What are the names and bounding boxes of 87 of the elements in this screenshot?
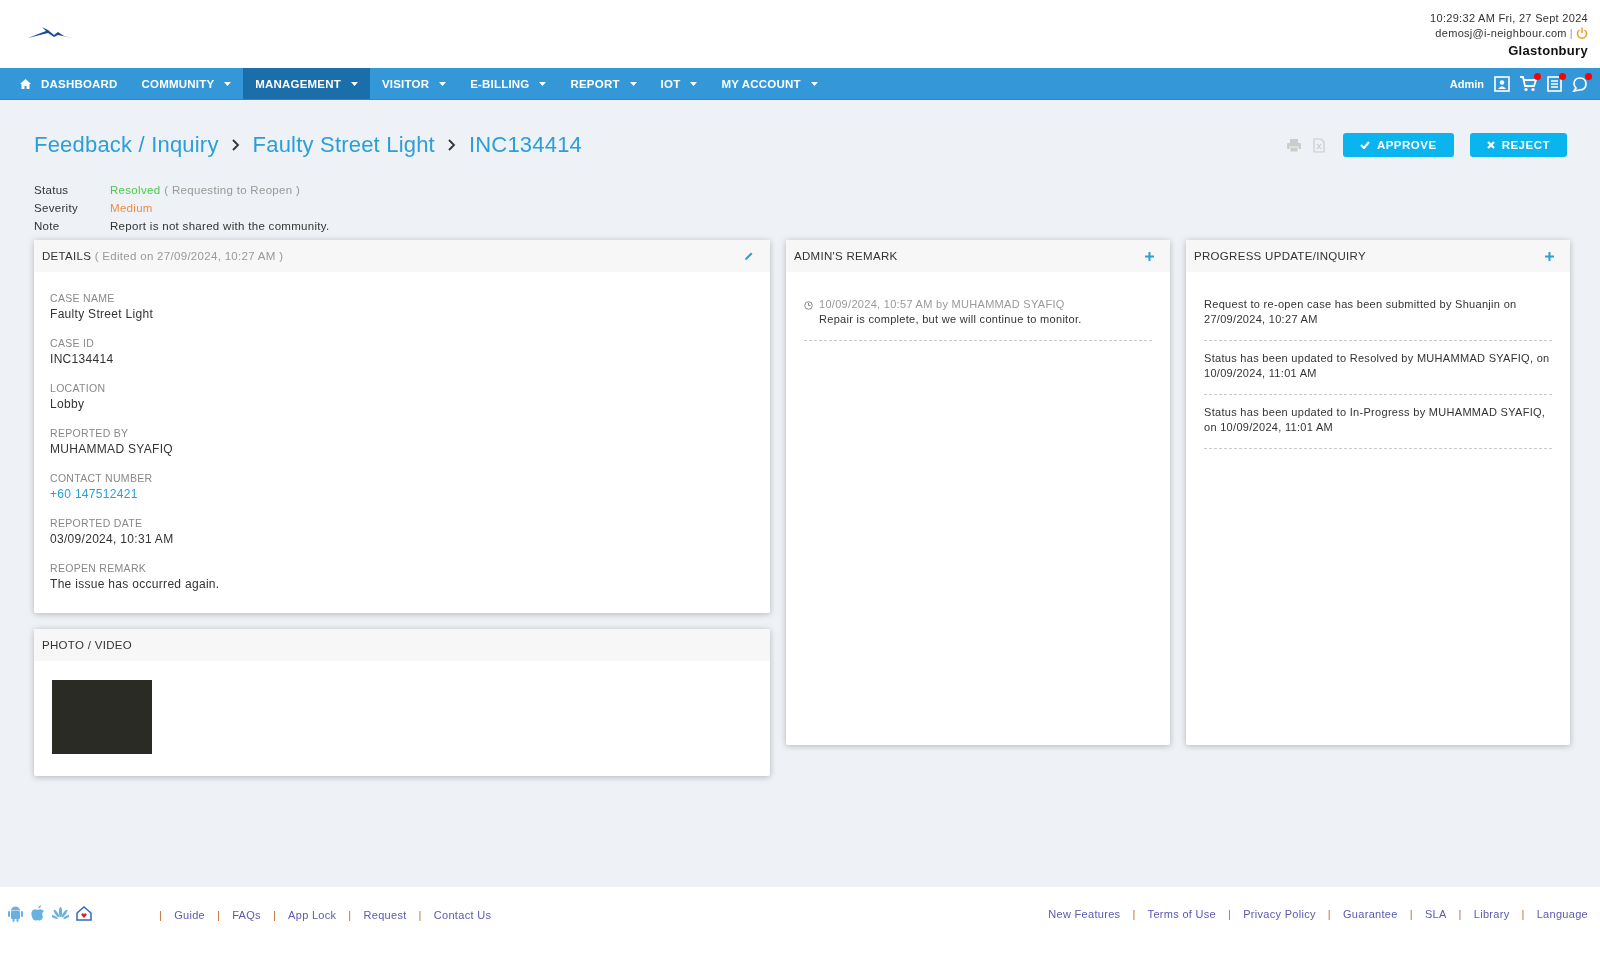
chat-icon[interactable]	[1572, 75, 1588, 92]
edited-note: ( Edited on 27/09/2024, 10:27 AM )	[94, 250, 284, 262]
separator-text: |	[1327, 908, 1331, 920]
summary-label: Status	[34, 184, 70, 196]
field-label: REPORTED DATE	[50, 517, 144, 529]
field-value: 03/09/2024, 10:31 AM	[50, 532, 175, 546]
field-value: INC134414	[50, 352, 115, 366]
nav-tab[interactable]: MY ACCOUNT	[709, 68, 830, 99]
separator-text: |	[1521, 908, 1525, 920]
field-label: CASE NAME	[50, 292, 116, 304]
android-icon[interactable]	[8, 905, 23, 922]
summary-value: Resolved	[110, 184, 161, 196]
field-value: Faulty Street Light	[50, 307, 155, 321]
flower-icon[interactable]	[52, 907, 69, 920]
separator-text: |	[217, 909, 221, 921]
card-title: DETAILS	[42, 250, 92, 262]
remark-meta: 10/09/2024, 10:57 AM by MUHAMMAD SYAFIQ	[819, 297, 1066, 312]
home-icon	[20, 78, 31, 89]
pencil-icon[interactable]	[744, 251, 754, 261]
summary-label: Note	[34, 220, 61, 232]
chevron-icon	[447, 139, 456, 151]
excel-file-icon[interactable]	[1312, 137, 1325, 153]
separator-text: |	[418, 909, 422, 921]
progress-entry: Request to re-open case has been submitted by Shuanjin on 27/09/2024, 10:27 AM	[1204, 298, 1517, 325]
house-heart-icon[interactable]	[76, 906, 92, 921]
user-email: demosj@i-neighbour.com	[1435, 27, 1567, 39]
field-label: CONTACT NUMBER	[50, 472, 154, 484]
user-role[interactable]: Admin	[1449, 77, 1484, 90]
nav-tab[interactable]: REPORT	[558, 68, 649, 99]
footer-link[interactable]: Privacy Policy	[1243, 908, 1316, 920]
footer-link[interactable]: Language	[1536, 908, 1588, 920]
plus-icon[interactable]	[1545, 251, 1554, 261]
power-icon[interactable]	[1576, 27, 1588, 39]
progress-entry: Status has been updated to In-Progress by MUHAMMAD SYAFIQ, on 10/09/2024, 11:01 AM	[1204, 406, 1546, 433]
field-value: Lobby	[50, 397, 86, 411]
footer-link[interactable]: Guarantee	[1343, 908, 1398, 920]
card-title: PHOTO / VIDEO	[42, 639, 132, 651]
footer-link[interactable]: New Features	[1048, 908, 1121, 920]
nav-tab[interactable]: VISITOR	[370, 68, 459, 99]
summary-value: Report is not shared with the community.	[110, 220, 330, 232]
profile-icon[interactable]	[1494, 75, 1510, 92]
field-value: MUHAMMAD SYAFIQ	[50, 442, 174, 456]
close-icon	[1486, 141, 1495, 149]
nav-tab[interactable]: E-BILLING	[458, 68, 559, 99]
summary-value: Medium	[110, 202, 153, 214]
separator-text: |	[348, 909, 352, 921]
print-icon[interactable]	[1286, 138, 1301, 152]
chevron-icon	[231, 139, 240, 151]
nav-tab[interactable]: DASHBOARD	[8, 68, 130, 99]
field-label: LOCATION	[50, 382, 107, 394]
footer-link[interactable]: SLA	[1424, 908, 1447, 920]
summary-note: ( Requesting to Reopen )	[164, 184, 301, 196]
footer-link[interactable]: Library	[1473, 908, 1510, 920]
separator-text: |	[1228, 908, 1232, 920]
document-icon[interactable]	[1547, 75, 1562, 92]
footer-link[interactable]: FAQs	[232, 909, 261, 921]
field-label: CASE ID	[50, 337, 96, 349]
apple-icon[interactable]	[30, 905, 45, 922]
community-name[interactable]: Glastonbury	[1508, 43, 1588, 58]
nav-tab[interactable]: MANAGEMENT	[243, 68, 370, 99]
separator-text: |	[159, 909, 163, 921]
footer-link[interactable]: App Lock	[288, 909, 337, 921]
date-time: 10:29:32 AM Fri, 27 Sept 2024	[1430, 12, 1588, 24]
separator-text: |	[1409, 908, 1413, 920]
field-value: The issue has occurred again.	[50, 577, 221, 591]
separator-text: |	[1132, 908, 1136, 920]
remark-text: Repair is complete, but we will continue to monitor.	[819, 312, 1082, 327]
field-label: REPORTED BY	[50, 427, 130, 439]
nav-tab[interactable]: COMMUNITY	[129, 68, 244, 99]
nav-tab[interactable]: IOT	[648, 68, 710, 99]
separator-text: |	[1569, 27, 1573, 39]
card-title: PROGRESS UPDATE/INQUIRY	[1194, 250, 1366, 262]
field-label: REOPEN REMARK	[50, 562, 148, 574]
phone-link[interactable]: +60 147512421	[50, 487, 754, 501]
separator-text: |	[272, 909, 277, 921]
plus-icon[interactable]	[1145, 251, 1154, 261]
footer-link[interactable]: Request	[363, 909, 407, 921]
footer-link[interactable]: Contact Us	[433, 909, 492, 921]
summary-label: Severity	[34, 202, 79, 214]
separator-text: |	[1458, 908, 1462, 920]
progress-entry: Status has been updated to Resolved by MUHAMMAD SYAFIQ, on 10/09/2024, 11:01 AM	[1204, 352, 1550, 379]
card-title: ADMIN'S REMARK	[794, 250, 898, 262]
clock-icon	[804, 301, 813, 310]
footer-link[interactable]: Terms of Use	[1147, 908, 1216, 920]
footer-link[interactable]: Guide	[174, 909, 206, 921]
check-icon	[1359, 141, 1370, 149]
cart-icon[interactable]	[1520, 75, 1537, 92]
